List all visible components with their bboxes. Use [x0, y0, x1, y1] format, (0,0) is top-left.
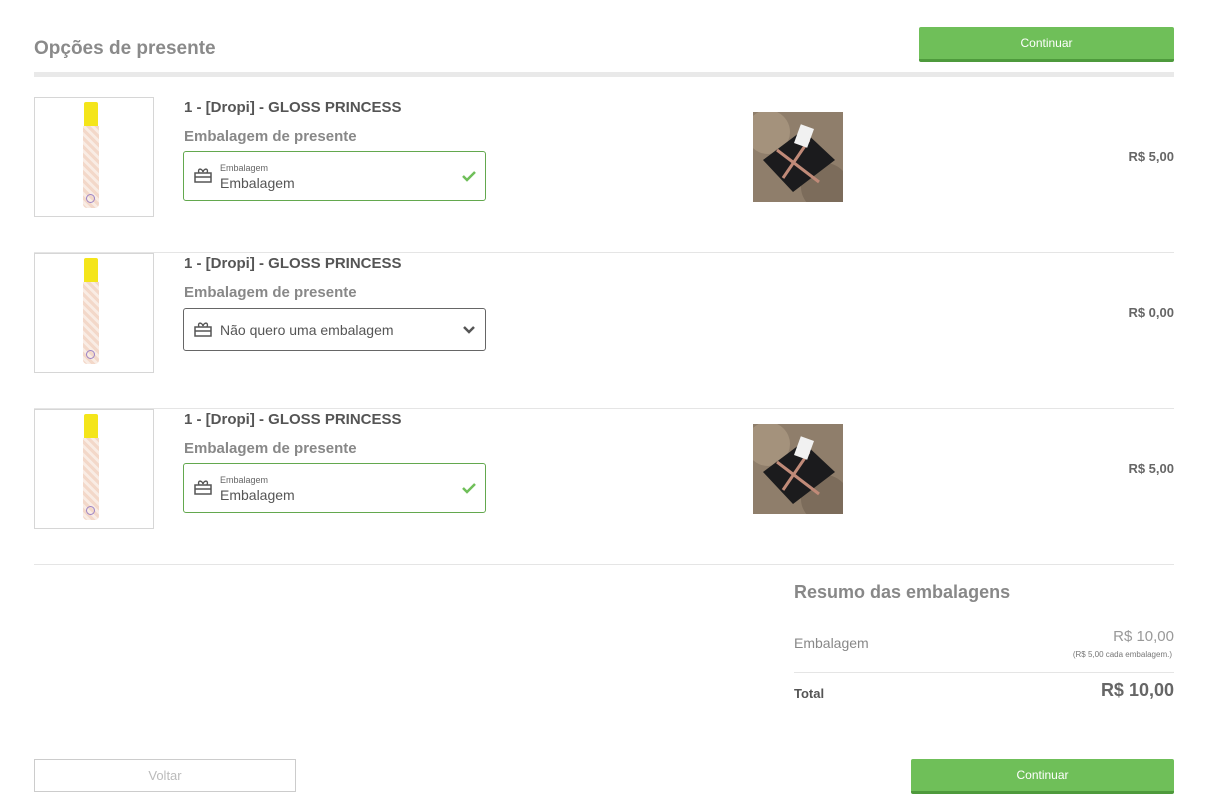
gift-icon	[194, 322, 212, 337]
summary-total-label: Total	[794, 686, 825, 701]
product-name: 1 - [Dropi] - GLOSS PRINCESS	[184, 411, 402, 428]
product-image	[34, 97, 154, 217]
gloss-logo	[86, 194, 95, 203]
gloss-cap	[84, 102, 98, 126]
gloss-cap	[84, 258, 98, 282]
check-icon	[462, 171, 476, 182]
gift-icon	[194, 480, 212, 495]
gift-wrap-label: Embalagem de presente	[184, 440, 357, 457]
continue-button-top[interactable]: Continuar	[919, 27, 1174, 62]
gift-icon	[194, 168, 212, 183]
gift-wrap-select[interactable]: Não quero uma embalagem	[183, 308, 486, 351]
summary-line-label: Embalagem	[794, 635, 869, 651]
product-name: 1 - [Dropi] - GLOSS PRINCESS	[184, 255, 402, 272]
field-value: Não quero uma embalagem	[220, 322, 394, 338]
page-title: Opções de presente	[34, 38, 216, 59]
item-divider	[34, 564, 1174, 565]
summary-line-note: (R$ 5,00 cada embalagem.)	[1072, 650, 1172, 659]
check-icon	[462, 483, 476, 494]
gift-item: 1 - [Dropi] - GLOSS PRINCESS Embalagem d…	[34, 409, 1174, 565]
gloss-logo	[86, 506, 95, 515]
summary-title: Resumo das embalagens	[794, 582, 1011, 602]
item-price: R$ 5,00	[1128, 149, 1174, 164]
summary-total-value: R$ 10,00	[1100, 680, 1174, 700]
summary-divider	[794, 672, 1174, 673]
gloss-logo	[86, 350, 95, 359]
gift-wrap-select[interactable]: Embalagem Embalagem	[183, 151, 486, 201]
product-name: 1 - [Dropi] - GLOSS PRINCESS	[184, 99, 402, 116]
item-price: R$ 0,00	[1128, 305, 1174, 320]
gift-wrap-label: Embalagem de presente	[184, 128, 357, 145]
continue-button-bottom[interactable]: Continuar	[911, 759, 1174, 794]
chevron-down-icon	[463, 326, 475, 334]
field-floating-label: Embalagem	[220, 475, 269, 485]
field-value: Embalagem	[220, 487, 295, 503]
gift-item: 1 - [Dropi] - GLOSS PRINCESS Embalagem d…	[34, 253, 1174, 409]
item-price: R$ 5,00	[1128, 461, 1174, 476]
gift-wrap-select[interactable]: Embalagem Embalagem	[183, 463, 486, 513]
gift-wrap-label: Embalagem de presente	[184, 284, 357, 301]
summary-line-value: R$ 10,00	[1113, 628, 1174, 645]
product-image	[34, 253, 154, 373]
gloss-cap	[84, 414, 98, 438]
gift-wrap-image	[753, 424, 843, 514]
field-value: Embalagem	[220, 175, 295, 191]
gift-wrap-image	[753, 112, 843, 202]
field-floating-label: Embalagem	[220, 163, 269, 173]
back-button[interactable]: Voltar	[34, 759, 296, 792]
title-divider	[34, 72, 1174, 77]
gift-item: 1 - [Dropi] - GLOSS PRINCESS Embalagem d…	[34, 97, 1174, 253]
product-image	[34, 409, 154, 529]
